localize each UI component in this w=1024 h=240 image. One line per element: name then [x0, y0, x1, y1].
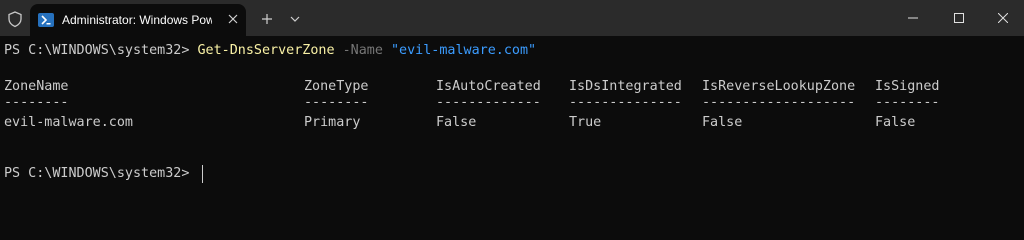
- cell-isdsintegrated: True: [569, 115, 602, 130]
- command-line: PS C:\WINDOWS\system32> Get-DnsServerZon…: [4, 42, 536, 60]
- cell-zonename: evil-malware.com: [4, 115, 133, 130]
- powershell-icon: [38, 12, 54, 28]
- separator: --------: [875, 95, 940, 110]
- parameter-name: -Name: [334, 43, 391, 58]
- parameter-value: "evil-malware.com": [390, 43, 537, 58]
- tab-powershell[interactable]: Administrator: Windows PowerShell: [30, 4, 246, 36]
- maximize-icon[interactable]: [936, 0, 982, 36]
- prompt: PS C:\WINDOWS\system32>: [4, 166, 198, 181]
- separator: --------: [304, 95, 369, 110]
- separator: --------: [4, 95, 69, 110]
- plus-icon[interactable]: [256, 8, 278, 30]
- text-cursor: [202, 165, 203, 183]
- close-window-icon[interactable]: [980, 0, 1024, 36]
- console-output[interactable]: PS C:\WINDOWS\system32> Get-DnsServerZon…: [0, 36, 1024, 226]
- cell-zonetype: Primary: [304, 115, 361, 130]
- shield-icon: [6, 10, 24, 28]
- chevron-down-icon[interactable]: [284, 8, 306, 30]
- command-name: Get-DnsServerZone: [197, 43, 335, 58]
- cell-isreverselookupzone: False: [702, 115, 743, 130]
- cell-issigned: False: [875, 115, 916, 130]
- cell-isautocreated: False: [436, 115, 477, 130]
- separator: -------------------: [702, 95, 856, 110]
- separator: -------------: [436, 95, 541, 110]
- tab-title: Administrator: Windows PowerShell: [62, 13, 212, 27]
- separator: --------------: [569, 95, 682, 110]
- close-icon[interactable]: [222, 8, 244, 30]
- prompt-line: PS C:\WINDOWS\system32>: [4, 165, 197, 183]
- terminal-window: Administrator: Windows PowerShell: [0, 0, 1024, 226]
- prompt: PS C:\WINDOWS\system32>: [4, 43, 198, 58]
- title-bar[interactable]: Administrator: Windows PowerShell: [0, 0, 1024, 36]
- minimize-icon[interactable]: [890, 0, 936, 36]
